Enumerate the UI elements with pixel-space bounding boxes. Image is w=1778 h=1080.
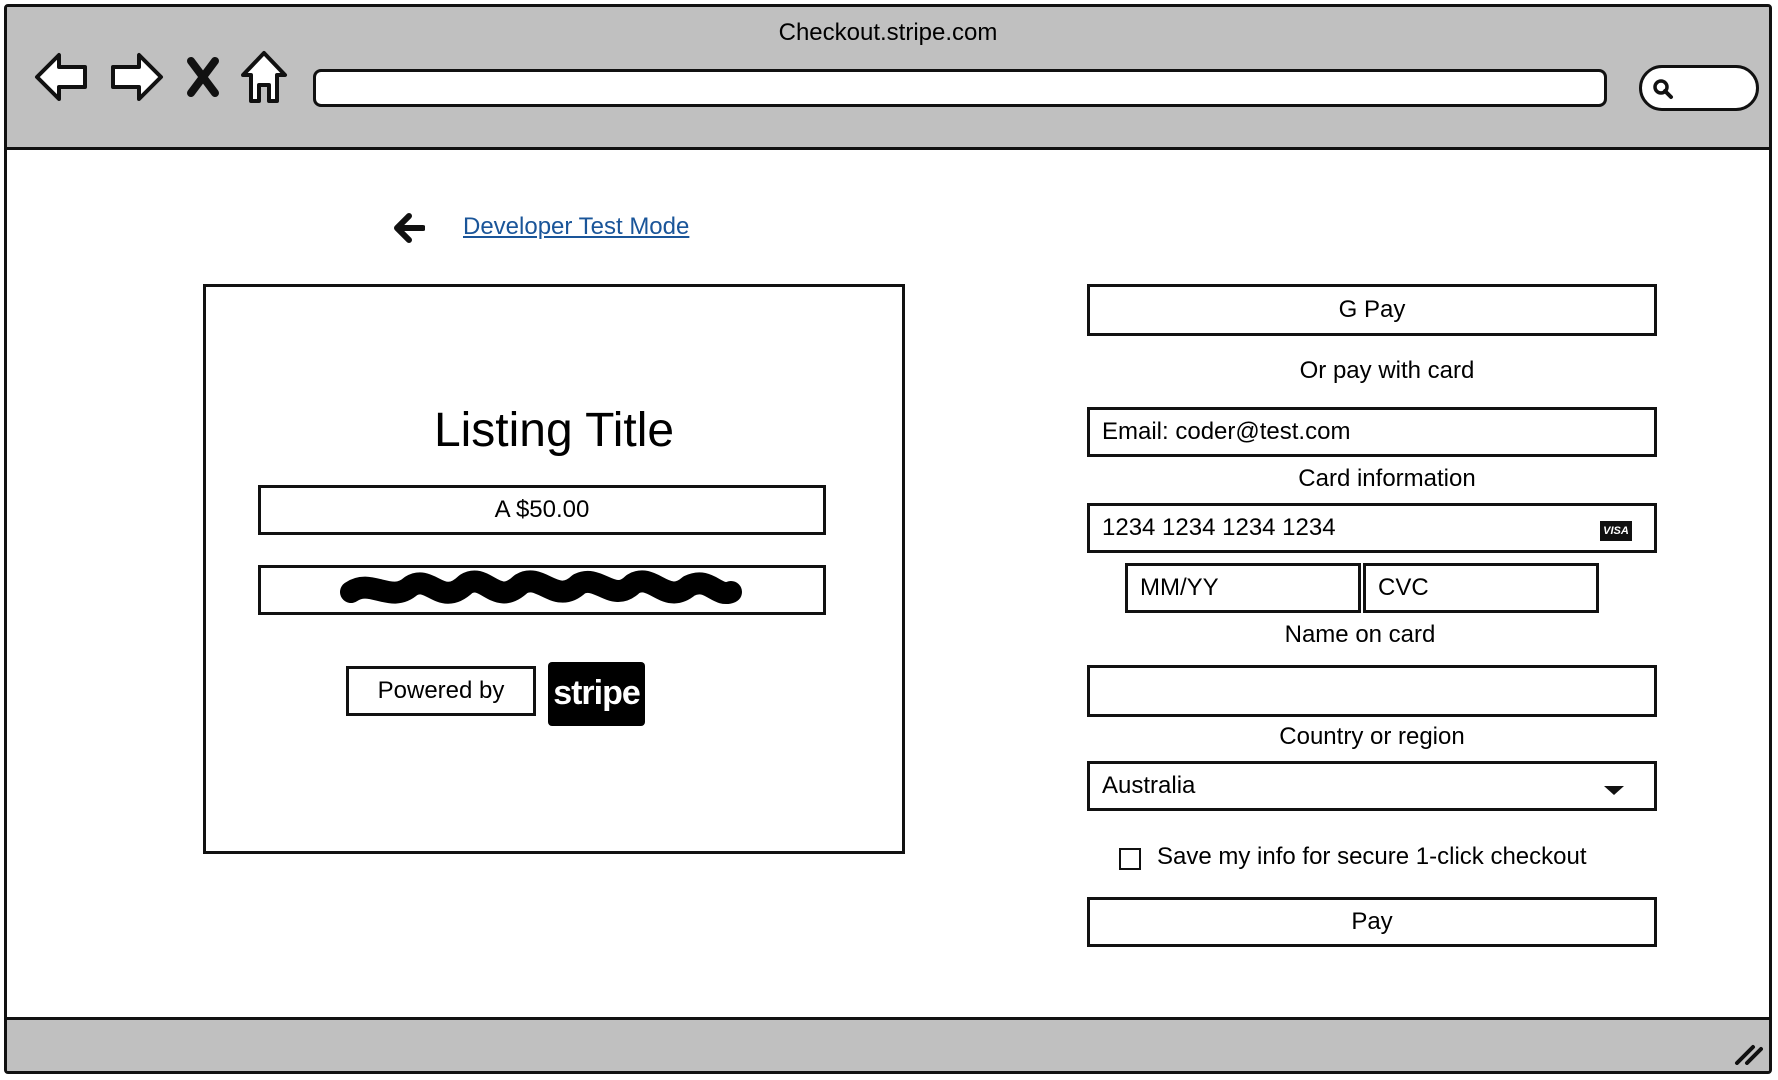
name-on-card-label: Name on card: [1284, 621, 1436, 648]
developer-test-mode-link[interactable]: Developer Test Mode: [463, 213, 689, 241]
card-number-value: 1234 1234 1234 1234: [1102, 514, 1336, 541]
expiry-field[interactable]: MM/YY: [1125, 563, 1361, 613]
stripe-logo: stripe: [548, 662, 645, 726]
save-info-label: Save my info for secure 1-click checkout: [1157, 843, 1587, 870]
country-select[interactable]: Australia: [1087, 761, 1657, 811]
close-icon[interactable]: [183, 47, 223, 107]
card-information-label: Card information: [1298, 465, 1476, 492]
address-bar[interactable]: [313, 69, 1607, 107]
save-info-checkbox[interactable]: [1119, 848, 1141, 870]
browser-toolbar: Checkout.stripe.com: [7, 7, 1769, 150]
search-box[interactable]: [1639, 65, 1759, 111]
resize-grip-icon[interactable]: [1733, 1041, 1763, 1065]
cvc-field[interactable]: CVC: [1363, 563, 1599, 613]
powered-by-label: Powered by: [346, 666, 536, 716]
or-pay-with-card-label: Or pay with card: [1299, 357, 1475, 384]
browser-window: Checkout.stripe.com Developer Test Mode …: [4, 4, 1772, 1074]
window-title: Checkout.stripe.com: [778, 19, 998, 46]
country-label: Country or region: [1279, 723, 1465, 750]
pay-button[interactable]: Pay: [1087, 897, 1657, 947]
chevron-down-icon: [1604, 786, 1624, 795]
redacted-text: [258, 565, 826, 615]
price-display: A $50.00: [258, 485, 826, 535]
country-value: Australia: [1102, 772, 1196, 799]
back-arrow-icon[interactable]: [33, 47, 91, 107]
status-bar: [7, 1017, 1769, 1071]
email-field[interactable]: Email: coder@test.com: [1087, 407, 1657, 457]
google-pay-button[interactable]: G Pay: [1087, 284, 1657, 336]
listing-card: Listing Title A $50.00 Powered by stripe: [203, 284, 905, 854]
name-on-card-field[interactable]: [1087, 665, 1657, 717]
search-icon: [1653, 79, 1673, 99]
card-number-field[interactable]: 1234 1234 1234 1234 VISA: [1087, 503, 1657, 553]
home-icon[interactable]: [239, 47, 289, 107]
forward-arrow-icon[interactable]: [107, 47, 165, 107]
left-arrow-icon[interactable]: [393, 213, 426, 248]
visa-icon: VISA: [1600, 521, 1632, 541]
listing-title: Listing Title: [433, 404, 675, 457]
